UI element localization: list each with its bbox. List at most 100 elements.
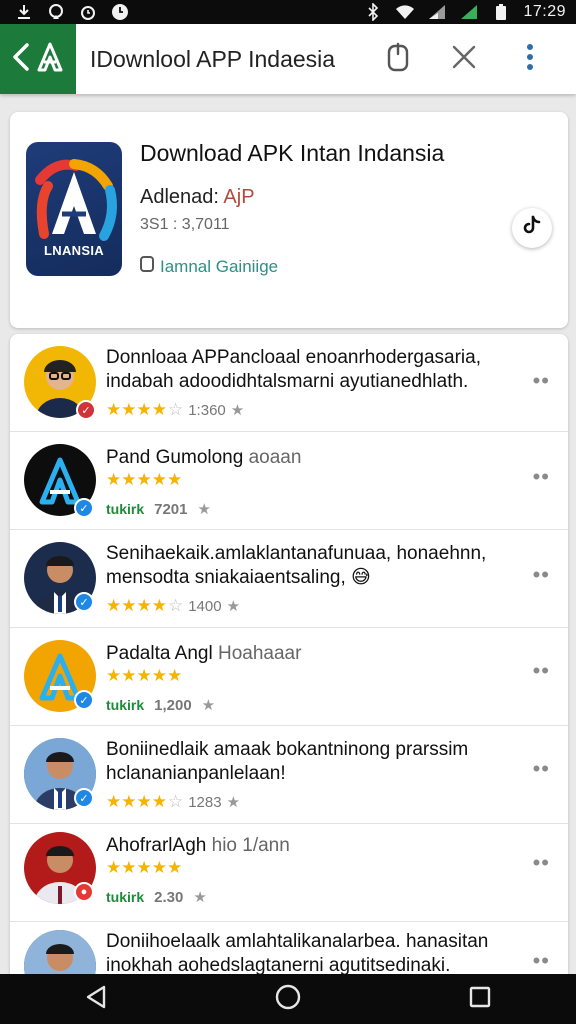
- nav-home-button[interactable]: [258, 979, 318, 1019]
- close-button[interactable]: [444, 39, 484, 79]
- wifi-icon: [395, 3, 415, 21]
- verified-badge-icon: ✓: [74, 592, 94, 612]
- nav-back-button[interactable]: [66, 979, 126, 1019]
- list-item-line2: indabah adoodidhtalsmarni ayutianedhlath…: [106, 371, 469, 392]
- star-rating: ★★★★★: [106, 470, 183, 489]
- verified-badge-icon: ●: [74, 882, 94, 902]
- list-item[interactable]: ✓ Senihaekaik.amlaklantanafunuaa, honaeh…: [10, 530, 568, 628]
- rating-label: tukirk: [106, 697, 145, 713]
- list-item[interactable]: ✓ Donnloaa APPancloaal enoanrhodergasari…: [10, 334, 568, 432]
- app-icon[interactable]: LNANSIA: [26, 142, 122, 276]
- alarm-icon: [78, 3, 98, 21]
- app-meta: 3S1 : 3,7011: [140, 216, 230, 233]
- home-circle-icon: [275, 984, 301, 1015]
- rating-count: 1,200: [154, 696, 192, 714]
- list-item-line1: Doniihoelaalk amlahtalikanalarbea. hanas…: [106, 931, 489, 952]
- list-item-line2: mensodta sniakaiaentsaling, 😅: [106, 566, 508, 590]
- rating-count: 2.30: [154, 888, 184, 906]
- nav-recents-button[interactable]: [450, 979, 510, 1019]
- list-item-title: AhofrarlAgh: [106, 835, 207, 856]
- rating-count: 1283: [188, 793, 222, 811]
- list-item-line1: AhofrarlAgh hio 1/ann: [106, 834, 508, 858]
- app-bar-nav: [0, 24, 76, 94]
- list-item[interactable]: ✓ Padalta Angl Hoahaaar ★★★★★ tukirk 1,2…: [10, 628, 568, 726]
- green-rating: tukirk 2.30 ★: [106, 888, 207, 907]
- status-bar: 17:29: [0, 0, 576, 24]
- more-horiz-icon[interactable]: ••: [533, 464, 550, 490]
- rating-label: tukirk: [106, 501, 145, 517]
- more-horiz-icon[interactable]: ••: [533, 562, 550, 588]
- status-left-icons: [14, 3, 130, 21]
- vpn-icon: [46, 3, 66, 21]
- list-item-title: Pand Gumolong: [106, 447, 244, 468]
- back-triangle-icon: [85, 985, 107, 1014]
- app-developer-name: Iamnal Gainiige: [160, 256, 279, 276]
- list-item-line1: Boniinedlaik amaak bokantninong prarssim: [106, 739, 469, 760]
- more-options-button[interactable]: [510, 39, 550, 79]
- list-item-line1: Senihaekaik.amlaklantanafunuaa, honaehnn…: [106, 543, 487, 564]
- verified-badge-icon: ✓: [74, 498, 94, 518]
- list-item-line1: Padalta Angl Hoahaaar: [106, 642, 508, 666]
- recents-square-icon: [469, 986, 491, 1013]
- share-icon: [522, 215, 542, 242]
- rating-count: 7201: [154, 500, 188, 518]
- app-bar: IDownlool APP Indaesia: [0, 24, 576, 94]
- clock-icon: [110, 3, 130, 21]
- app-header-card: LNANSIA Download APK Intan Indansia Adle…: [10, 112, 568, 328]
- system-nav-bar: [0, 974, 576, 1024]
- status-time: 17:29: [523, 3, 566, 20]
- star-rating: ★★★★ ☆ 1283 ★: [106, 792, 241, 811]
- battery-icon: [491, 3, 511, 21]
- more-horiz-icon[interactable]: ••: [533, 756, 550, 782]
- list-item-line1: Pand Gumolong aoaan: [106, 446, 508, 470]
- list-item-line2: hclananianpanlelaan!: [106, 763, 286, 784]
- app-icon-label: LNANSIA: [44, 243, 104, 258]
- share-button[interactable]: [512, 208, 552, 248]
- app-developer[interactable]: Iamnal Gainiige: [140, 256, 278, 277]
- list-item-title: Padalta Angl: [106, 643, 213, 664]
- verified-badge-icon: ✓: [74, 788, 94, 808]
- green-rating: tukirk 7201 ★: [106, 500, 211, 519]
- emoji-icon: 😅: [351, 567, 371, 588]
- rating-count: 1400: [188, 597, 222, 615]
- more-horiz-icon[interactable]: ••: [533, 948, 550, 974]
- star-rating: ★★★★★: [106, 666, 183, 685]
- list-item[interactable]: ✓ Pand Gumolong aoaan ★★★★★ tukirk 7201 …: [10, 432, 568, 530]
- close-icon: [451, 44, 477, 75]
- signal-icon: [459, 3, 479, 21]
- app-bar-actions: [378, 39, 550, 79]
- more-vert-icon: [526, 43, 534, 76]
- list-item-line1: Donnloaa APPancloaal enoanrhodergasaria,: [106, 347, 481, 368]
- verified-badge-icon: ✓: [74, 690, 94, 710]
- list-item-line2: inokhah aohedslagtanerni agutitsedinaki.: [106, 955, 451, 974]
- avatar: [24, 930, 96, 974]
- list-item-title-muted: aoaan: [243, 447, 302, 468]
- more-horiz-icon[interactable]: ••: [533, 850, 550, 876]
- app-bar-title: IDownlool APP Indaesia: [90, 45, 336, 72]
- info-icon: [140, 256, 154, 277]
- app-logo-icon: [35, 41, 65, 78]
- list-item[interactable]: ● AhofrarlAgh hio 1/ann ★★★★★ tukirk 2.3…: [10, 824, 568, 922]
- list-item-title-muted: hio 1/ann: [206, 835, 290, 856]
- star-rating: ★★★★ ☆ 1:360 ★: [106, 400, 245, 419]
- star-rating: ★★★★★: [106, 858, 183, 877]
- rating-label: tukirk: [106, 889, 145, 905]
- list-item-line2-text: mensodta sniakaiaentsaling,: [106, 567, 346, 588]
- star-rating: ★★★★ ☆ 1400 ★: [106, 596, 241, 615]
- more-horiz-icon[interactable]: ••: [533, 658, 550, 684]
- back-arrow-icon[interactable]: [11, 42, 31, 77]
- clipboard-button[interactable]: [378, 39, 418, 79]
- list-item[interactable]: Doniihoelaalk amlahtalikanalarbea. hanas…: [10, 922, 568, 974]
- list-item-title-muted: Hoahaaar: [212, 643, 302, 664]
- rating-count: 1:360: [188, 401, 226, 419]
- verified-badge-icon: ✓: [76, 400, 96, 420]
- green-rating: tukirk 1,200 ★: [106, 696, 216, 715]
- signal-icon: [427, 3, 447, 21]
- app-subtitle: Adlenad: AjP: [140, 186, 255, 209]
- list-item[interactable]: ✓ Boniinedlaik amaak bokantninong prarss…: [10, 726, 568, 824]
- app-subtitle-prefix: Adlenad:: [140, 186, 224, 208]
- app-list: ✓ Donnloaa APPancloaal enoanrhodergasari…: [10, 334, 568, 974]
- more-horiz-icon[interactable]: ••: [533, 368, 550, 394]
- app-title: Download APK Intan Indansia: [140, 140, 445, 166]
- download-icon: [14, 3, 34, 21]
